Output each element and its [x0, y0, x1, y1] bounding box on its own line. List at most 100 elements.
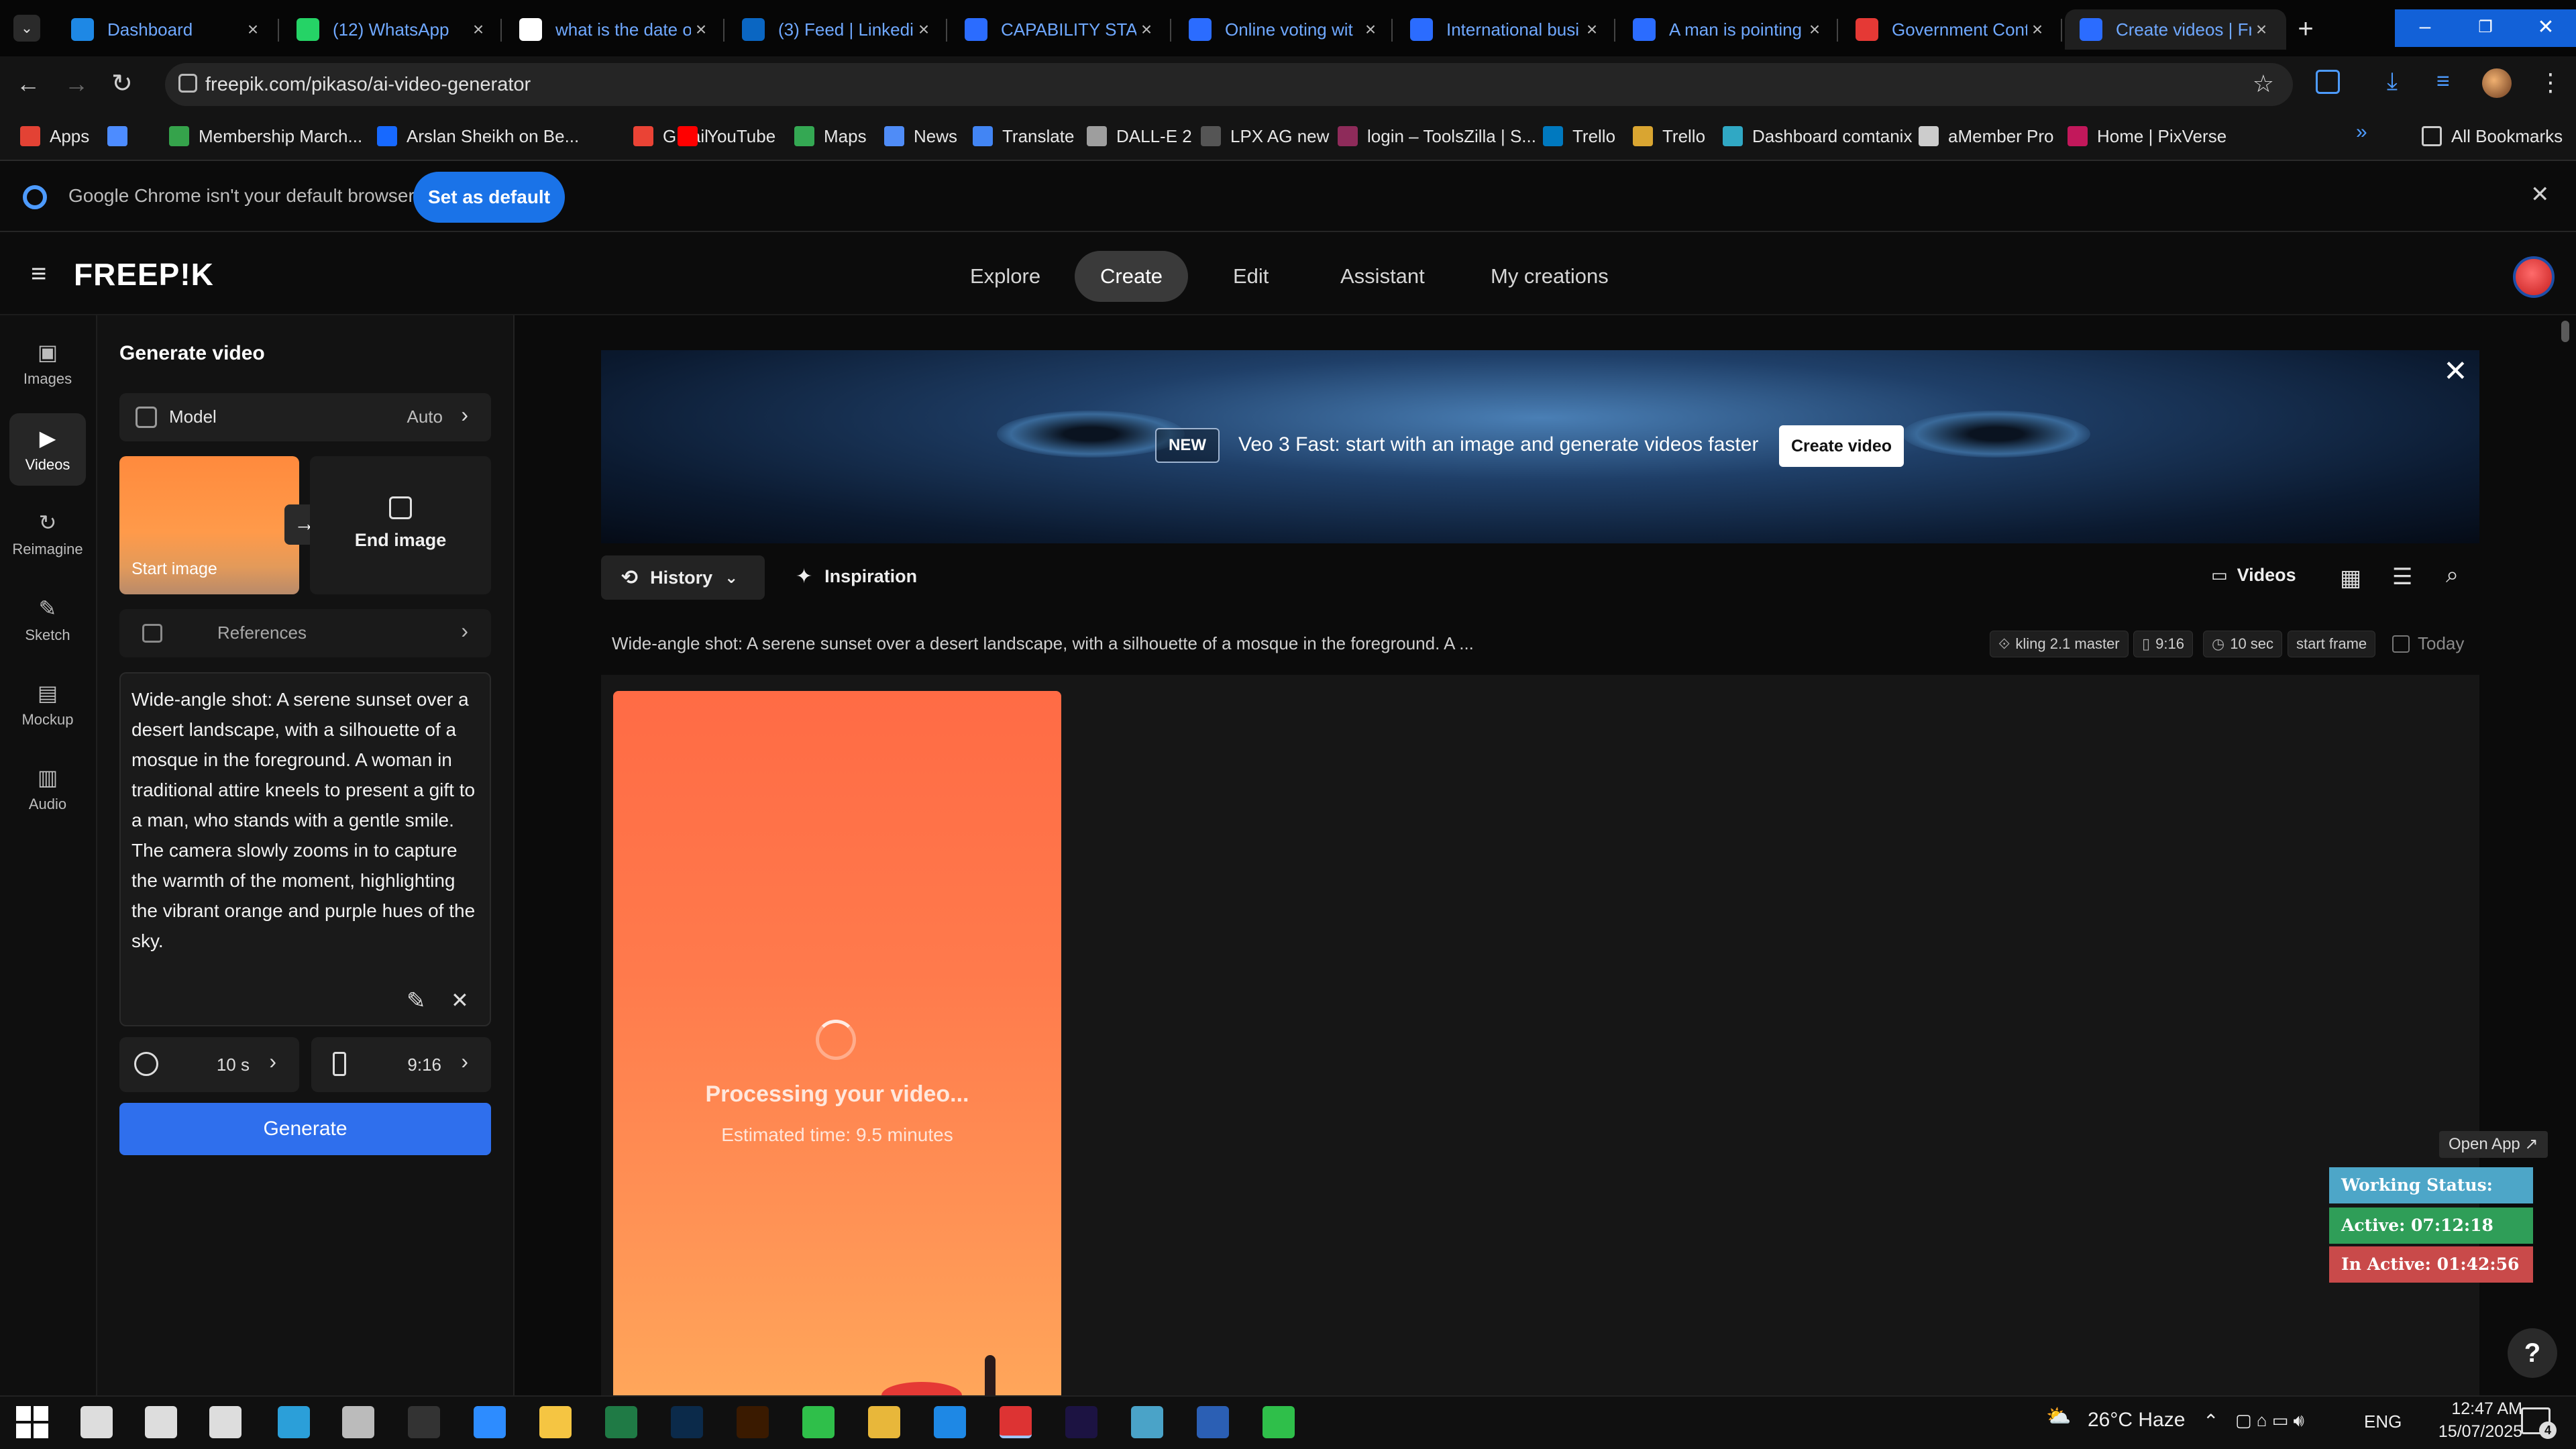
browser-tab[interactable]: Dashboard ×: [56, 9, 278, 50]
tab-close-icon[interactable]: ×: [2027, 19, 2047, 40]
more-bookmarks-chevron-icon[interactable]: »: [2356, 121, 2367, 144]
site-info-icon[interactable]: [178, 74, 197, 93]
word-icon[interactable]: [1197, 1406, 1229, 1438]
restore-icon[interactable]: ❐: [2455, 9, 2516, 47]
hamburger-menu-icon[interactable]: ≡: [31, 259, 46, 289]
phone-app-icon[interactable]: [1263, 1406, 1295, 1438]
generate-button[interactable]: Generate: [119, 1103, 491, 1155]
clock-date[interactable]: 15/07/2025: [2415, 1422, 2522, 1442]
edge-icon[interactable]: [278, 1406, 310, 1438]
all-bookmarks[interactable]: All Bookmarks: [2422, 121, 2563, 152]
premiere-icon[interactable]: [1065, 1406, 1097, 1438]
vscode-icon[interactable]: [934, 1406, 966, 1438]
prompt-textarea[interactable]: Wide-angle shot: A serene sunset over a …: [131, 684, 479, 956]
infobar-close-icon[interactable]: ✕: [2530, 181, 2550, 208]
cortana-icon[interactable]: [145, 1406, 177, 1438]
app-icon[interactable]: [1131, 1406, 1163, 1438]
nav-create[interactable]: Create: [1075, 251, 1189, 302]
tab-close-icon[interactable]: ×: [468, 19, 488, 40]
minimize-icon[interactable]: –: [2395, 9, 2455, 47]
rail-mockup[interactable]: ▤ Mockup: [9, 668, 86, 741]
search-icon[interactable]: ⌕: [2446, 562, 2459, 588]
bookmark-item[interactable]: Dashboard comtanix: [1723, 121, 1912, 152]
bookmark-item[interactable]: login – ToolsZilla | S...: [1338, 121, 1536, 152]
download-icon[interactable]: ⤓: [2387, 67, 2398, 96]
end-image-slot[interactable]: End image: [310, 456, 491, 594]
history-dropdown[interactable]: ⟲ History ⌄: [601, 555, 765, 600]
bookmark-item[interactable]: Membership March...: [169, 121, 362, 152]
rail-images[interactable]: ▣ Images: [9, 327, 86, 400]
close-window-icon[interactable]: ✕: [2516, 9, 2576, 47]
tab-close-icon[interactable]: ×: [1360, 19, 1381, 40]
photoshop-icon[interactable]: [671, 1406, 703, 1438]
tab-search-chevron-icon[interactable]: ⌄: [13, 15, 40, 42]
tray-chevron-icon[interactable]: ⌃: [2203, 1410, 2218, 1432]
magic-wand-icon[interactable]: ✎: [407, 987, 426, 1014]
aspect-selector[interactable]: 9:16 ›: [311, 1037, 491, 1092]
model-selector[interactable]: Model Auto ›: [119, 393, 491, 441]
profile-avatar[interactable]: [2482, 68, 2512, 98]
nav-assistant[interactable]: Assistant: [1315, 251, 1450, 302]
bookmark-item[interactable]: Trello: [1543, 121, 1615, 152]
bookmark-item[interactable]: Trello: [1633, 121, 1705, 152]
browser-tab[interactable]: (12) WhatsApp ×: [282, 9, 503, 50]
prompt-box[interactable]: Wide-angle shot: A serene sunset over a …: [119, 672, 491, 1026]
bookmark-item[interactable]: aMember Pro: [1919, 121, 2054, 152]
extension-icon[interactable]: [2316, 70, 2340, 94]
file-explorer-icon[interactable]: [539, 1406, 572, 1438]
chrome-icon[interactable]: [868, 1406, 900, 1438]
freepik-logo[interactable]: FREEP!K: [74, 256, 214, 292]
task-view-icon[interactable]: [209, 1406, 241, 1438]
open-app-link[interactable]: Open App ↗: [2439, 1131, 2548, 1158]
tab-close-icon[interactable]: ×: [1582, 19, 1602, 40]
excel-icon[interactable]: [605, 1406, 637, 1438]
media-queue-icon[interactable]: ≡: [2436, 68, 2450, 95]
zoom-icon[interactable]: [474, 1406, 506, 1438]
nav-edit[interactable]: Edit: [1208, 251, 1294, 302]
new-tab-button[interactable]: +: [2289, 13, 2322, 47]
video-card[interactable]: Processing your video... Estimated time:…: [613, 691, 1061, 1395]
bookmark-item[interactable]: Arslan Sheikh on Be...: [377, 121, 579, 152]
language-indicator[interactable]: ENG: [2364, 1411, 2402, 1432]
illustrator-icon[interactable]: [737, 1406, 769, 1438]
phone-app-icon[interactable]: [802, 1406, 835, 1438]
browser-tab[interactable]: Create videos | Fre ×: [2065, 9, 2286, 50]
rail-audio[interactable]: ▥ Audio: [9, 753, 86, 825]
bookmark-item[interactable]: [107, 121, 137, 152]
browser-tab[interactable]: (3) Feed | Linkedin ×: [727, 9, 949, 50]
browser-tab[interactable]: Government Cont ×: [1841, 9, 2062, 50]
create-video-button[interactable]: Create video: [1779, 425, 1904, 467]
banner-close-icon[interactable]: ✕: [2443, 354, 2468, 388]
bookmark-item[interactable]: DALL-E 2: [1087, 121, 1192, 152]
nav-explore[interactable]: Explore: [945, 251, 1066, 302]
chrome-active-icon[interactable]: [1000, 1406, 1032, 1438]
tab-close-icon[interactable]: ×: [2251, 19, 2271, 40]
back-arrow-icon[interactable]: ←: [16, 70, 40, 98]
references-row[interactable]: References ›: [119, 609, 491, 657]
windows-start-icon[interactable]: [16, 1406, 48, 1438]
clock-time[interactable]: 12:47 AM: [2415, 1399, 2522, 1419]
bookmark-item[interactable]: Home | PixVerse: [2068, 121, 2226, 152]
rail-sketch[interactable]: ✎ Sketch: [9, 584, 86, 656]
forward-arrow-icon[interactable]: →: [64, 70, 89, 98]
rail-videos[interactable]: ▶ Videos: [9, 413, 86, 486]
bookmark-item[interactable]: Apps: [20, 121, 89, 152]
tab-close-icon[interactable]: ×: [1805, 19, 1825, 40]
tab-close-icon[interactable]: ×: [914, 19, 934, 40]
bookmark-item[interactable]: Maps: [794, 121, 867, 152]
bookmark-star-icon[interactable]: ☆: [2253, 70, 2274, 98]
clear-prompt-icon[interactable]: ✕: [451, 987, 469, 1013]
select-checkbox[interactable]: [2392, 635, 2410, 653]
bookmark-item[interactable]: News: [884, 121, 957, 152]
tab-close-icon[interactable]: ×: [1136, 19, 1157, 40]
browser-tab[interactable]: what is the date o ×: [504, 9, 726, 50]
search-icon[interactable]: [80, 1406, 113, 1438]
menu-kebab-icon[interactable]: ⋮: [2538, 68, 2563, 97]
weather-text[interactable]: 26°C Haze: [2088, 1409, 2185, 1432]
browser-tab[interactable]: International busi ×: [1395, 9, 1617, 50]
help-button[interactable]: ?: [2508, 1328, 2557, 1378]
reload-icon[interactable]: ↻: [111, 68, 133, 99]
inspiration-tab[interactable]: ✦ Inspiration: [796, 565, 917, 588]
address-bar[interactable]: freepik.com/pikaso/ai-video-generator ☆: [165, 63, 2293, 106]
tab-close-icon[interactable]: ×: [691, 19, 711, 40]
